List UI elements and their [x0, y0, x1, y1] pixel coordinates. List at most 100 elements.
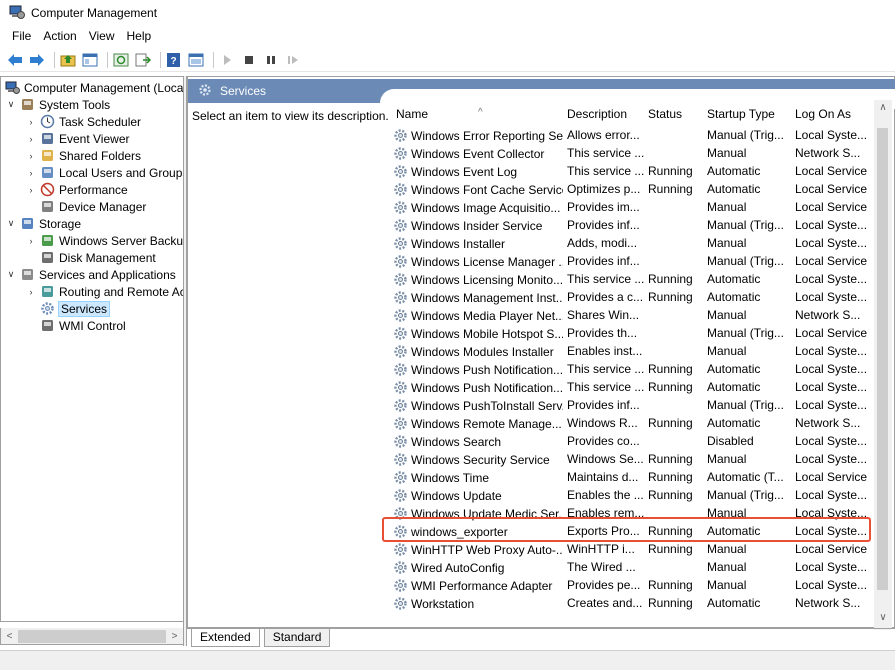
scroll-right-icon[interactable]: >: [167, 629, 182, 644]
service-row[interactable]: Windows Insider Service Provides inf... Ma…: [388, 217, 878, 235]
column-header-name[interactable]: Name ^: [396, 107, 556, 123]
service-description-cell: Exports Pro...: [567, 524, 640, 538]
collapsed-chevron-icon[interactable]: ›: [25, 287, 37, 297]
pause-service-icon[interactable]: [262, 51, 280, 69]
service-row[interactable]: Windows Update Medic Ser... Enables rem..…: [388, 505, 878, 523]
tree-item[interactable]: › Routing and Remote Ac: [25, 283, 186, 300]
tree-item[interactable]: › Shared Folders: [25, 147, 142, 164]
service-row[interactable]: Windows Installer Adds, modi... Manual Loca…: [388, 235, 878, 253]
service-row[interactable]: WinHTTP Web Proxy Auto-... WinHTTP i... Ru…: [388, 541, 878, 559]
service-row[interactable]: Windows Push Notification... This service…: [388, 379, 878, 397]
service-name-cell: Windows Modules Installer: [393, 344, 563, 359]
service-row[interactable]: Wired AutoConfig The Wired ... Manual Local…: [388, 559, 878, 577]
back-icon[interactable]: [6, 51, 24, 69]
tree-item[interactable]: Services: [25, 300, 111, 317]
service-row[interactable]: Windows Licensing Monito... This service …: [388, 271, 878, 289]
service-name-text: Windows Push Notification...: [411, 362, 563, 377]
scroll-thumb[interactable]: [18, 630, 166, 643]
service-row[interactable]: WMI Performance Adapter Provides pe... Run…: [388, 577, 878, 595]
service-row[interactable]: Windows Event Collector This service ... M…: [388, 145, 878, 163]
collapsed-chevron-icon[interactable]: ›: [25, 134, 37, 144]
menu-help[interactable]: Help: [121, 29, 158, 43]
service-row[interactable]: Windows Time Maintains d... Running Automat…: [388, 469, 878, 487]
collapsed-chevron-icon[interactable]: ›: [25, 168, 37, 178]
service-row[interactable]: Windows Image Acquisitio... Provides im..…: [388, 199, 878, 217]
export-list-icon[interactable]: [134, 51, 152, 69]
service-gear-icon: [393, 128, 408, 143]
tree-item[interactable]: › Task Scheduler: [25, 113, 142, 130]
restart-service-icon[interactable]: [284, 51, 302, 69]
service-row[interactable]: Windows Error Reporting Se... Allows erro…: [388, 127, 878, 145]
collapsed-chevron-icon[interactable]: ›: [25, 151, 37, 161]
stop-service-icon[interactable]: [240, 51, 258, 69]
service-status-cell: Running: [648, 452, 693, 466]
service-row[interactable]: Windows Update Enables the ... Running Manu…: [388, 487, 878, 505]
service-row[interactable]: Windows Search Provides co... Disabled Loca…: [388, 433, 878, 451]
up-folder-icon[interactable]: [59, 51, 77, 69]
service-log-on-as-cell: Local Service: [795, 200, 868, 214]
collapsed-chevron-icon[interactable]: ›: [25, 117, 37, 127]
service-row[interactable]: Windows License Manager ... Provides inf.…: [388, 253, 878, 271]
toolbar-separator: [213, 51, 214, 68]
tree-item[interactable]: WMI Control: [25, 317, 126, 334]
help-icon[interactable]: ?: [165, 51, 183, 69]
service-row[interactable]: Windows Media Player Net... Shares Win...…: [388, 307, 878, 325]
tree-item[interactable]: ∨ Services and Applications: [5, 266, 176, 283]
service-row[interactable]: Windows PushToInstall Serv... Provides in…: [388, 397, 878, 415]
service-gear-icon: [393, 434, 408, 449]
tree-root[interactable]: Computer Management (Local: [5, 79, 185, 96]
tree-item[interactable]: › Event Viewer: [25, 130, 130, 147]
column-header-startup-type[interactable]: Startup Type: [707, 107, 791, 123]
tree-item[interactable]: Device Manager: [25, 198, 146, 215]
service-row[interactable]: Windows Mobile Hotspot S... Provides th..…: [388, 325, 878, 343]
tree-item[interactable]: ∨ System Tools: [5, 96, 110, 113]
service-row[interactable]: Workstation Creates and... Running Automati…: [388, 595, 878, 613]
services-vertical-scrollbar[interactable]: ∧ ∨: [874, 100, 892, 630]
expanded-chevron-icon[interactable]: ∨: [5, 99, 17, 110]
service-name-text: windows_exporter: [411, 524, 508, 539]
scroll-down-icon[interactable]: ∨: [874, 612, 892, 623]
tab-extended[interactable]: Extended: [191, 629, 260, 647]
tree-item[interactable]: Disk Management: [25, 249, 156, 266]
service-startup-type-cell: Automatic: [707, 362, 761, 376]
service-status-cell: Running: [648, 488, 693, 502]
scroll-left-icon[interactable]: <: [2, 629, 17, 644]
expanded-chevron-icon[interactable]: ∨: [5, 269, 17, 280]
column-header-status[interactable]: Status: [648, 107, 706, 123]
tree-item[interactable]: ∨ Storage: [5, 215, 81, 232]
start-service-icon[interactable]: [218, 51, 236, 69]
service-row[interactable]: Windows Security Service Windows Se... Run…: [388, 451, 878, 469]
collapsed-chevron-icon[interactable]: ›: [25, 236, 37, 246]
menu-file[interactable]: File: [6, 29, 37, 43]
service-row[interactable]: windows_exporter Exports Pro... Running Aut…: [388, 523, 878, 541]
forward-icon[interactable]: [28, 51, 46, 69]
show-hide-tree-icon[interactable]: [81, 51, 99, 69]
service-startup-type-cell: Automatic: [707, 416, 761, 430]
service-row[interactable]: Windows Modules Installer Enables inst...…: [388, 343, 878, 361]
service-row[interactable]: Windows Management Inst... Provides a c..…: [388, 289, 878, 307]
column-header-log-on-as[interactable]: Log On As: [795, 107, 875, 123]
refresh-icon[interactable]: [112, 51, 130, 69]
tab-standard[interactable]: Standard: [263, 629, 331, 647]
service-log-on-as-cell: Local Syste...: [795, 560, 868, 574]
tree-item[interactable]: › Performance: [25, 181, 128, 198]
tree-item-label: Services and Applications: [39, 267, 176, 282]
service-startup-type-cell: Automatic: [707, 182, 761, 196]
service-row[interactable]: Windows Font Cache Service Optimizes p...…: [388, 181, 878, 199]
scroll-thumb[interactable]: [877, 128, 888, 590]
service-description-cell: Provides co...: [567, 434, 640, 448]
expanded-chevron-icon[interactable]: ∨: [5, 218, 17, 229]
service-row[interactable]: Windows Event Log This service ... Running…: [388, 163, 878, 181]
menu-action[interactable]: Action: [37, 29, 82, 43]
tree-horizontal-scrollbar[interactable]: < >: [0, 628, 184, 645]
service-row[interactable]: Windows Push Notification... This service…: [388, 361, 878, 379]
collapsed-chevron-icon[interactable]: ›: [25, 185, 37, 195]
menu-bar: File Action View Help: [0, 26, 895, 46]
tree-item[interactable]: › Windows Server Backup: [25, 232, 186, 249]
properties-icon[interactable]: [187, 51, 205, 69]
column-header-description[interactable]: Description: [567, 107, 645, 123]
scroll-up-icon[interactable]: ∧: [874, 102, 892, 113]
service-row[interactable]: Windows Remote Manage... Windows R... Runn…: [388, 415, 878, 433]
menu-view[interactable]: View: [83, 29, 121, 43]
tree-item[interactable]: › Local Users and Groups: [25, 164, 186, 181]
